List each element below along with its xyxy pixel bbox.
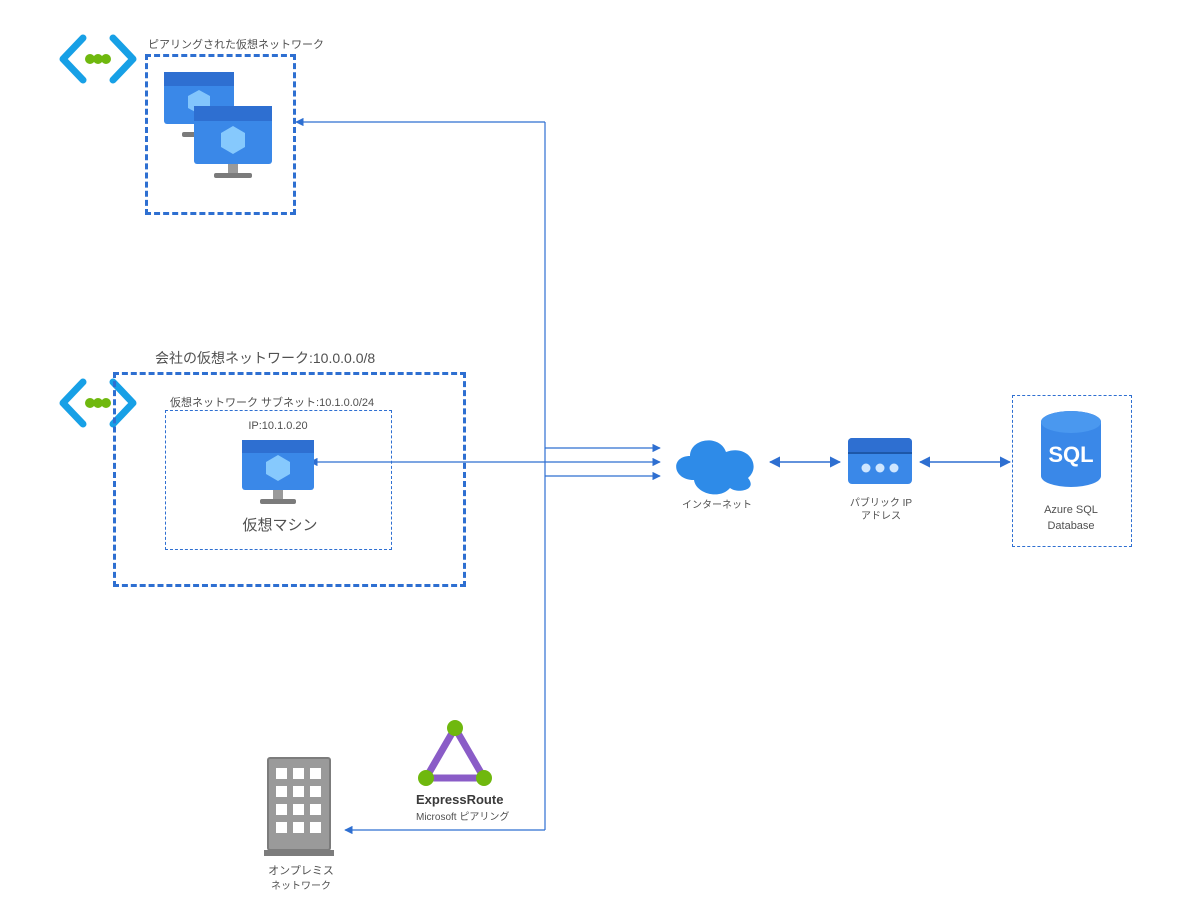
expressroute-name: ExpressRoute — [416, 792, 503, 807]
onprem-label1: オンプレミス — [256, 862, 346, 878]
sql-label2: Database — [1012, 520, 1130, 532]
vm-ip-label: IP:10.1.0.20 — [233, 420, 323, 432]
subnet-title: 仮想ネットワーク サブネット:10.1.0.0/24 — [170, 394, 374, 410]
public-ip-icon — [842, 432, 918, 497]
internet-icon — [662, 428, 772, 503]
internet-label: インターネット — [680, 496, 754, 511]
peered-vnet-title: ピアリングされた仮想ネットワーク — [148, 36, 328, 52]
onprem-label2: ネットワーク — [256, 877, 346, 892]
diagram-canvas: ピアリングされた仮想ネットワーク 会社の仮想ネットワーク:10.0.0.0/8 … — [0, 0, 1200, 914]
onprem-icon — [258, 752, 344, 867]
company-vnet-title: 会社の仮想ネットワーク:10.0.0.0/8 — [155, 348, 375, 368]
sql-label1: Azure SQL — [1012, 504, 1130, 516]
sql-icon: SQL — [1035, 410, 1107, 503]
expressroute-sub: Microsoft ピアリング — [416, 808, 509, 823]
expressroute-icon — [416, 720, 494, 795]
vm-icon — [236, 436, 320, 519]
vnet-peering-icon — [55, 30, 141, 93]
vm-label: 仮想マシン — [210, 514, 350, 535]
svg-text:SQL: SQL — [1048, 442, 1093, 467]
peered-vm-icon — [158, 72, 278, 197]
public-ip-label2: アドレス — [846, 507, 916, 522]
